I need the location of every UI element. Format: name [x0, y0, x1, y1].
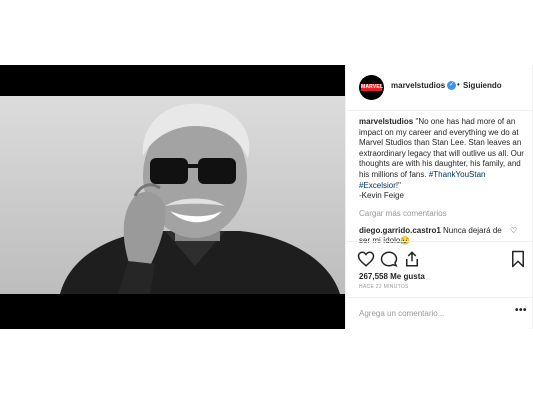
add-comment-input[interactable]: Agrega un comentario...	[359, 309, 444, 318]
comment-bubble-icon[interactable]	[380, 250, 398, 268]
load-more-comments-button[interactable]: Cargar más comentarios	[359, 209, 525, 218]
post-username[interactable]: marvelstudios	[391, 81, 445, 90]
more-options-button[interactable]: •••	[515, 305, 527, 316]
bookmark-icon[interactable]	[509, 250, 527, 268]
post-side-panel: MARVEL marvelstudios ✓ • Siguiendo marve…	[345, 65, 533, 329]
post-actions: 267,558 Me gusta HACE 22 MINUTOS	[346, 241, 533, 290]
likes-count[interactable]: 267,558 Me gusta	[359, 272, 425, 281]
separator-dot: •	[457, 80, 460, 89]
comment-like-heart-icon[interactable]: ♡	[510, 226, 517, 235]
portrait-image	[60, 103, 340, 294]
caption-signature: -Kevin Feige	[359, 191, 404, 201]
verified-badge-icon: ✓	[447, 81, 456, 90]
hashtag-link[interactable]: #Excelsior!	[359, 181, 398, 190]
following-button[interactable]: Siguiendo	[463, 81, 502, 90]
marvel-logo-icon: MARVEL	[361, 84, 384, 91]
heart-icon[interactable]	[357, 250, 375, 268]
post-header: MARVEL marvelstudios ✓ • Siguiendo	[346, 65, 533, 111]
caption-username[interactable]: marvelstudios	[359, 117, 413, 126]
share-icon[interactable]	[403, 250, 421, 268]
comments-section: marvelstudios "No one has had more of an…	[359, 117, 525, 247]
hashtag-link[interactable]: #ThankYouStan	[429, 170, 486, 179]
post-timestamp[interactable]: HACE 22 MINUTOS	[359, 284, 409, 290]
post-caption: marvelstudios "No one has had more of an…	[359, 117, 525, 202]
avatar[interactable]: MARVEL	[359, 75, 384, 100]
comment-username[interactable]: diego.garrido.castro1	[359, 226, 441, 235]
closing-quote: "	[398, 180, 401, 190]
instagram-post: MARVEL marvelstudios ✓ • Siguiendo marve…	[0, 65, 533, 329]
post-photo	[0, 96, 345, 294]
post-media[interactable]	[0, 65, 345, 329]
add-comment-bar: Agrega un comentario... •••	[346, 297, 533, 329]
